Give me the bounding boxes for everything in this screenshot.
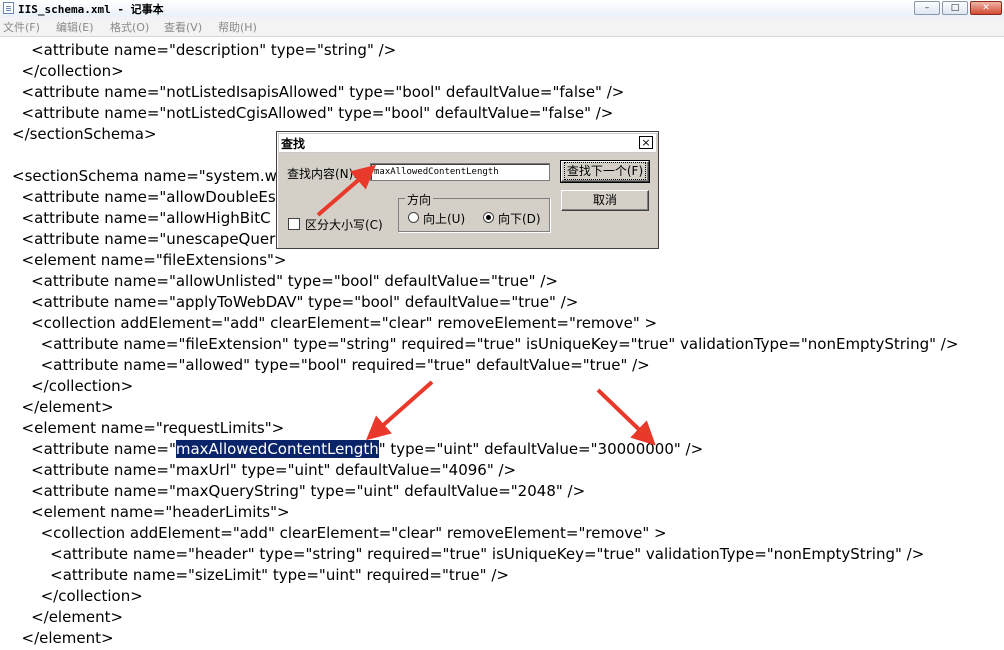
text-line: <attribute name="allowed" type="bool" re… xyxy=(12,356,650,374)
text-line: <attribute name="maxQueryString" type="u… xyxy=(12,482,586,500)
find-next-button[interactable]: 查找下一个(F) xyxy=(560,160,650,183)
text-line: <attribute name="notListedCgisAllowed" t… xyxy=(12,104,614,122)
menu-help[interactable]: 帮助(H) xyxy=(218,19,257,35)
minimize-button[interactable]: – xyxy=(914,1,940,15)
text-line: </collection> xyxy=(12,587,143,605)
text-line: <attribute name="allowHighBitC xyxy=(12,209,271,227)
text-line: </element> xyxy=(12,629,114,647)
notepad-icon xyxy=(3,2,14,14)
line-suffix: " type="uint" defaultValue="30000000" /> xyxy=(378,440,704,458)
menu-bar: 文件(F) 编辑(E) 格式(O) 查看(V) 帮助(H) xyxy=(0,17,1004,37)
menu-view[interactable]: 查看(V) xyxy=(164,19,202,35)
text-line: <attribute name="sizeLimit" type="uint" … xyxy=(12,566,509,584)
text-line: </sectionSchema> xyxy=(12,125,157,143)
maximize-button[interactable]: □ xyxy=(942,1,968,15)
direction-down-radio[interactable] xyxy=(483,212,494,223)
text-line: <collection addElement="add" clearElemen… xyxy=(12,524,667,542)
window-title: IIS_schema.xml - 记事本 xyxy=(18,3,164,16)
text-line: <attribute name="fileExtension" type="st… xyxy=(12,335,959,353)
text-line: </element> xyxy=(12,608,124,626)
direction-up-label: 向上(U) xyxy=(423,212,466,226)
text-line-highlighted: <attribute name="maxAllowedContentLength… xyxy=(12,439,703,460)
find-input[interactable]: maxAllowedContentLength xyxy=(370,163,550,181)
find-next-label: 查找下一个(F) xyxy=(563,162,647,180)
text-line: <sectionSchema name="system.w xyxy=(12,167,277,185)
text-line: <attribute name="unescapeQuer xyxy=(12,230,276,248)
close-button[interactable]: ✕ xyxy=(970,1,1002,15)
text-line: <element name="fileExtensions"> xyxy=(12,251,287,269)
direction-up-radio[interactable] xyxy=(408,212,419,223)
text-line: <attribute name="header" type="string" r… xyxy=(12,545,925,563)
text-line: <element name="headerLimits"> xyxy=(12,503,290,521)
cancel-button[interactable]: 取消 xyxy=(561,190,649,211)
text-line: <attribute name="allowDoubleEs xyxy=(12,188,276,206)
match-case-label: 区分大小写(C) xyxy=(305,218,383,232)
match-case-checkbox[interactable] xyxy=(288,218,300,230)
text-line: <attribute name="allowUnlisted" type="bo… xyxy=(12,272,558,290)
menu-edit[interactable]: 编辑(E) xyxy=(56,19,94,35)
text-line: <attribute name="applyToWebDAV" type="bo… xyxy=(12,293,579,311)
line-prefix: <attribute name=" xyxy=(12,440,176,458)
find-dialog: 查找 × 查找内容(N): maxAllowedContentLength 查找… xyxy=(276,131,659,249)
text-line: <collection addElement="add" clearElemen… xyxy=(12,314,658,332)
text-line: <attribute name="notListedIsapisAllowed"… xyxy=(12,83,625,101)
text-line: </element> xyxy=(12,398,114,416)
find-dialog-title-bar[interactable]: 查找 × xyxy=(279,134,656,153)
text-line: </collection> xyxy=(12,62,124,80)
direction-label: 方向 xyxy=(405,191,434,208)
menu-format[interactable]: 格式(O) xyxy=(110,19,149,35)
find-dialog-title: 查找 xyxy=(281,137,306,151)
text-editor[interactable]: <attribute name="description" type="stri… xyxy=(0,37,1004,650)
selected-text[interactable]: maxAllowedContentLength xyxy=(175,440,379,458)
text-line: <attribute name="maxUrl" type="uint" def… xyxy=(12,461,517,479)
find-dialog-close-button[interactable]: × xyxy=(639,136,653,149)
find-label: 查找内容(N): xyxy=(287,167,358,181)
text-line: <element name="requestLimits"> xyxy=(12,419,285,437)
text-line: <attribute name="description" type="stri… xyxy=(12,41,397,59)
menu-file[interactable]: 文件(F) xyxy=(3,19,40,35)
title-bar: IIS_schema.xml - 记事本 – □ ✕ xyxy=(0,0,1004,18)
direction-down-label: 向下(D) xyxy=(498,212,541,226)
text-line: </collection> xyxy=(12,377,134,395)
